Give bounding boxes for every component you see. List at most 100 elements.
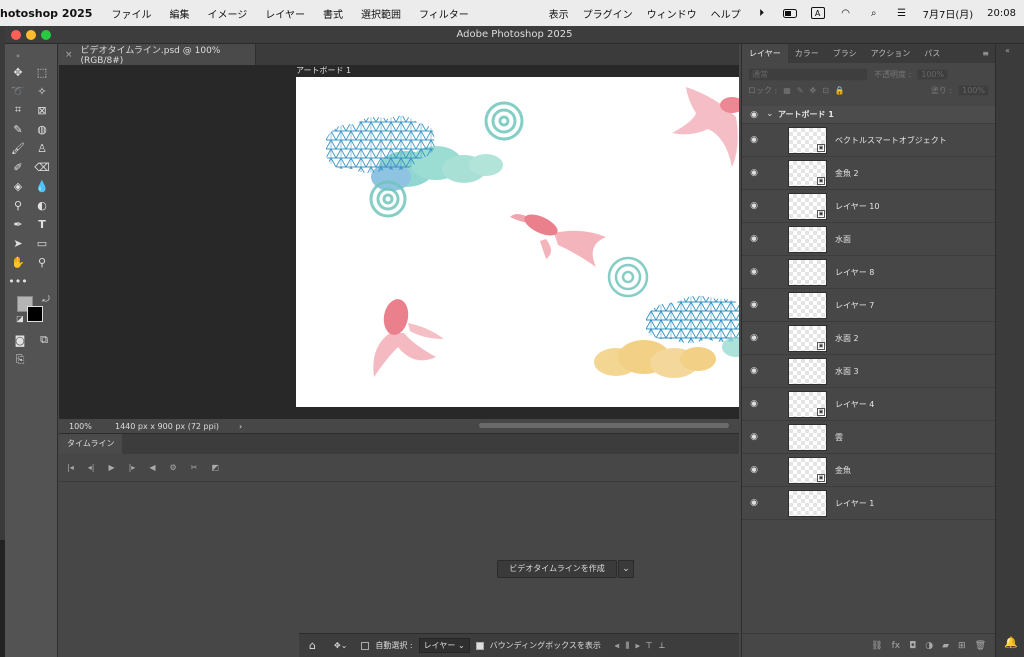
settings-gear-icon[interactable]: ⚙ [169, 463, 176, 472]
panel-menu-icon[interactable]: ≡ [982, 44, 995, 63]
align-right-icon[interactable]: ⫸ [635, 641, 640, 651]
opacity-field[interactable]: 100% [917, 68, 949, 80]
brush-tool-icon[interactable]: 🖌 [9, 140, 27, 156]
wifi-icon[interactable]: ◠ [839, 7, 853, 19]
visibility-eye-icon[interactable]: ◉ [748, 168, 760, 178]
visibility-eye-icon[interactable]: ◉ [748, 110, 760, 120]
link-layers-icon[interactable]: ⛓ [871, 641, 882, 651]
visibility-eye-icon[interactable]: ◉ [748, 267, 760, 277]
play-icon[interactable]: ▶ [108, 463, 114, 472]
visibility-eye-icon[interactable]: ◉ [748, 366, 760, 376]
new-group-folder-icon[interactable]: ▰ [942, 641, 949, 651]
layer-row[interactable]: ◉ ▣ 金魚 [742, 454, 996, 487]
stamp-tool-icon[interactable]: ♙ [33, 140, 51, 156]
menu-plugins[interactable]: プラグイン [583, 6, 633, 21]
chevron-down-icon[interactable]: ⌄ [618, 560, 634, 578]
blur-tool-icon[interactable]: 💧 [33, 178, 51, 194]
lock-artboard-icon[interactable]: ⊡ [822, 86, 829, 95]
battery-icon[interactable] [782, 7, 797, 19]
layer-row[interactable]: ◉ ▣ ベクトルスマートオブジェクト [742, 124, 996, 157]
path-selection-tool-icon[interactable]: ➤ [9, 235, 27, 251]
magic-wand-tool-icon[interactable]: ✧ [33, 83, 51, 99]
hand-tool-icon[interactable]: ✋ [9, 254, 27, 270]
layer-row[interactable]: ◉ ▣ 金魚 2 [742, 157, 996, 190]
control-center-icon[interactable]: ☰ [895, 7, 909, 19]
eyedropper-tool-icon[interactable]: ✎ [9, 121, 27, 137]
screen-mode-icon[interactable]: ⧉ [35, 332, 53, 348]
layer-row[interactable]: ◉ レイヤー 8 [742, 256, 996, 289]
zoom-tool-icon[interactable]: ⚲ [33, 254, 51, 270]
background-color-swatch[interactable] [27, 306, 43, 322]
learn-icon[interactable]: 🔔 [1004, 636, 1018, 649]
type-tool-icon[interactable]: T [33, 216, 51, 232]
align-top-icon[interactable]: ⊤ [646, 641, 653, 650]
create-video-timeline-button[interactable]: ビデオタイムラインを作成 [497, 560, 617, 578]
artboard[interactable] [296, 77, 739, 407]
input-method-icon[interactable]: A [810, 7, 825, 19]
visibility-eye-icon[interactable]: ◉ [748, 234, 760, 244]
visibility-eye-icon[interactable]: ◉ [748, 399, 760, 409]
tab-timeline[interactable]: タイムライン [59, 434, 123, 454]
layer-group-artboard[interactable]: ◉ ⌄ アートボード 1 [742, 106, 996, 124]
share-icon[interactable]: ⎘ [11, 352, 29, 368]
collapse-icon[interactable]: « [9, 48, 27, 64]
next-frame-icon[interactable]: |▸ [129, 463, 136, 472]
visibility-eye-icon[interactable]: ◉ [748, 201, 760, 211]
align-left-icon[interactable]: ⫷ [615, 641, 620, 651]
paint-bucket-tool-icon[interactable]: ◈ [9, 178, 27, 194]
layer-row[interactable]: ◉ 雲 [742, 421, 996, 454]
horizontal-scrollbar[interactable] [479, 423, 729, 428]
tab-color[interactable]: カラー [788, 44, 826, 63]
delete-layer-trash-icon[interactable]: 🗑 [975, 641, 986, 651]
audio-icon[interactable]: ◀ [149, 463, 155, 472]
pen-tool-icon[interactable]: ✒ [9, 216, 27, 232]
menu-edit[interactable]: 編集 [160, 6, 198, 21]
menu-help[interactable]: ヘルプ [711, 6, 741, 21]
move-tool-icon[interactable]: ✥ [9, 64, 27, 80]
auto-select-target-dropdown[interactable]: レイヤー ⌄ [418, 638, 470, 653]
lock-position-icon[interactable]: ✥ [810, 86, 817, 95]
3d-tool-icon[interactable]: ◍ [33, 121, 51, 137]
new-layer-icon[interactable]: ⊞ [958, 641, 966, 651]
lasso-tool-icon[interactable]: ➰ [9, 83, 27, 99]
quick-mask-icon[interactable]: ◙ [11, 332, 29, 348]
lock-pixels-icon[interactable]: ✎ [797, 86, 804, 95]
visibility-eye-icon[interactable]: ◉ [748, 333, 760, 343]
status-expand-icon[interactable]: › [239, 422, 242, 431]
adjustment-layer-icon[interactable]: ◑ [925, 641, 933, 651]
clock-time[interactable]: 20:08 [987, 8, 1016, 19]
menu-image[interactable]: イメージ [198, 6, 256, 21]
menu-file[interactable]: ファイル [102, 6, 160, 21]
canvas-area[interactable]: アートボード 1 [59, 65, 739, 419]
lock-transparent-icon[interactable]: ▦ [783, 86, 791, 95]
align-center-icon[interactable]: ⫼ [625, 641, 629, 651]
tab-paths[interactable]: パス [917, 44, 947, 63]
move-tool-option-icon[interactable]: ✥⌄ [334, 641, 347, 650]
visibility-eye-icon[interactable]: ◉ [748, 498, 760, 508]
auto-select-checkbox[interactable] [361, 641, 370, 650]
eraser-tool-icon[interactable]: ⌫ [33, 159, 51, 175]
layer-row[interactable]: ◉ ▣ レイヤー 10 [742, 190, 996, 223]
marquee-tool-icon[interactable]: ⬚ [33, 64, 51, 80]
visibility-eye-icon[interactable]: ◉ [748, 465, 760, 475]
fill-field[interactable]: 100% [958, 84, 989, 96]
sponge-tool-icon[interactable]: ◐ [33, 197, 51, 213]
close-tab-icon[interactable]: × [65, 50, 73, 60]
tab-brush[interactable]: ブラシ [826, 44, 864, 63]
chevron-down-icon[interactable]: ⌄ [766, 109, 774, 119]
more-tools-icon[interactable]: ••• [8, 273, 27, 289]
menu-view[interactable]: 表示 [549, 6, 569, 21]
layer-row[interactable]: ◉ 水面 3 [742, 355, 996, 388]
app-menu[interactable]: hotoshop 2025 [0, 7, 102, 20]
add-mask-icon[interactable]: ◘ [909, 641, 916, 651]
search-icon[interactable]: ⌕ [867, 7, 881, 19]
crop-tool-icon[interactable]: ⌗ [9, 102, 27, 118]
previous-frame-icon[interactable]: ◂| [88, 463, 95, 472]
layer-row[interactable]: ◉ ▣ 水面 2 [742, 322, 996, 355]
swap-colors-icon[interactable]: ⤾ [37, 292, 55, 308]
layer-row[interactable]: ◉ レイヤー 1 [742, 487, 996, 520]
menu-filter[interactable]: フィルター [410, 6, 478, 21]
menu-type[interactable]: 書式 [314, 6, 352, 21]
layer-row[interactable]: ◉ 水面 [742, 223, 996, 256]
play-status-icon[interactable]: ⏵ [755, 7, 769, 19]
